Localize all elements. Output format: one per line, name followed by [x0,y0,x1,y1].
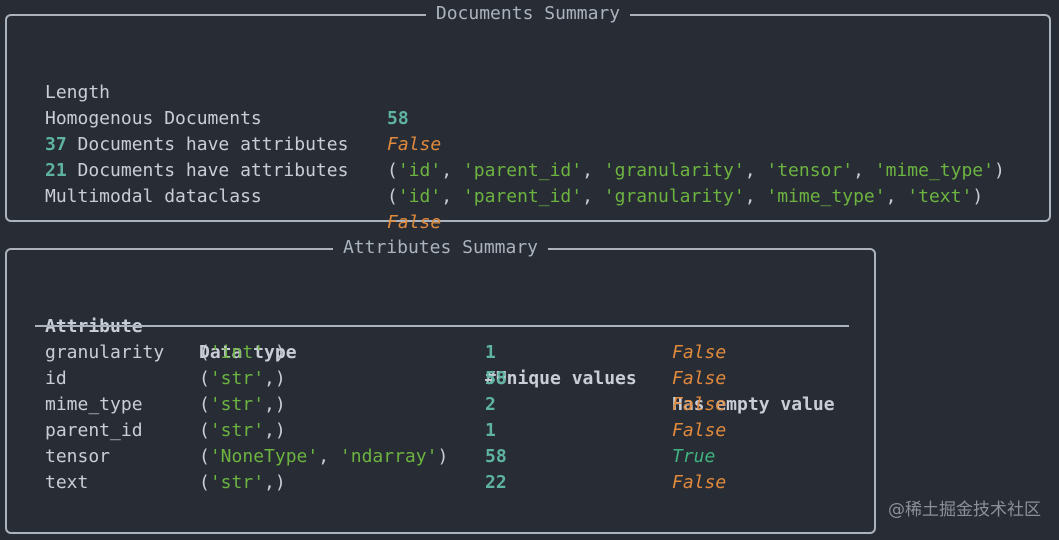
tuple-punct: , [264,342,275,363]
length-row: Length 58 [7,54,1049,129]
tuple-item: 'text' [907,186,973,207]
tuple-punct: ( [199,342,210,363]
cell-unique-values: 58 [485,446,507,467]
cell-data-type: ('int',) [199,340,286,366]
tuple-punct: ) [437,446,449,467]
homogenous-row: Homogenous Documents False [7,80,1049,155]
attributes-summary-title-wrap: Attributes Summary [7,236,874,260]
header-attribute: Attribute [45,316,143,337]
cell-data-type: ('str',) [199,470,286,496]
header-divider [35,325,849,327]
tuple-item: 'int' [209,342,265,363]
tuple-punct: ( [199,446,210,467]
tuple-punct: , [318,446,340,467]
documents-summary-title-wrap: Documents Summary [7,2,1049,26]
tuple-punct: ) [274,342,286,363]
attr-group-2-row: 21 Documents have attributes ('id', 'par… [7,132,1049,207]
tuple-punct: , [582,186,604,207]
table-row: text ('str',) 22 False [7,470,874,496]
tuple-item: 'str' [209,394,265,415]
tuple-item: 'str' [209,368,265,389]
tuple-punct: , [264,472,275,493]
attributes-table-header: Attribute Data type #Unique values Has e… [7,288,874,415]
attributes-summary-panel: Attributes Summary Attribute Data type #… [5,237,876,534]
tuple-punct: ) [274,420,286,441]
tuple-item: 'granularity' [603,186,745,207]
table-row: tensor ('NoneType', 'ndarray') 58 True [7,444,874,470]
cell-unique-values: 58 [485,368,507,389]
tuple-punct: ) [274,394,286,415]
multimodal-row: Multimodal dataclass False [7,158,1049,233]
tuple-item: 'ndarray' [339,446,438,467]
tuple-item: 'id' [397,186,442,207]
tuple-punct: , [441,186,463,207]
cell-attribute: tensor [45,446,111,467]
tuple-punct: ( [199,420,210,441]
table-row: id ('str',) 58 False [7,366,874,392]
cell-unique-values: 1 [485,342,496,363]
cell-data-type: ('NoneType', 'ndarray') [199,444,448,470]
tuple-item: 'str' [209,420,265,441]
cell-has-empty-value: True [672,446,716,467]
tuple-item: 'mime_type' [766,186,886,207]
tuple-item: 'str' [209,472,265,493]
cell-has-empty-value: False [672,472,727,493]
attr-group-2-tuple: ('id', 'parent_id', 'granularity', 'mime… [387,184,983,210]
cell-data-type: ('str',) [199,418,286,444]
cell-data-type: ('str',) [199,392,286,418]
tuple-item: 'parent_id' [462,186,583,207]
cell-unique-values: 22 [485,472,507,493]
tuple-punct: , [744,186,767,207]
tuple-punct: ( [199,368,210,389]
cell-attribute: granularity [45,342,165,363]
tuple-punct: ) [274,472,286,493]
tuple-punct: ( [387,186,398,207]
cell-has-empty-value: False [672,368,727,389]
cell-has-empty-value: False [672,342,727,363]
cell-unique-values: 1 [485,420,496,441]
documents-summary-panel: Documents Summary Length 58 Homogenous D… [5,3,1051,233]
tuple-punct: , [885,186,908,207]
tuple-punct: ( [199,394,210,415]
cell-unique-values: 2 [485,394,496,415]
tuple-punct: ) [274,368,286,389]
cell-attribute: text [45,472,89,493]
tuple-punct: , [264,420,275,441]
cell-has-empty-value: False [672,394,727,415]
attributes-summary-title: Attributes Summary [332,237,549,258]
cell-attribute: mime_type [45,394,143,415]
tuple-item: 'NoneType' [209,446,319,467]
table-row: parent_id ('str',) 1 False [7,418,874,444]
multimodal-label: Multimodal dataclass [45,186,262,207]
attr-group-1-row: 37 Documents have attributes ('id', 'par… [7,106,1049,181]
tuple-punct: ) [972,186,984,207]
watermark: @稀土掘金技术社区 [888,500,1041,520]
cell-has-empty-value: False [672,420,727,441]
documents-summary-title: Documents Summary [425,3,631,24]
tuple-punct: , [264,368,275,389]
table-row: mime_type ('str',) 2 False [7,392,874,418]
multimodal-value: False [387,212,442,233]
tuple-punct: ( [199,472,210,493]
cell-attribute: parent_id [45,420,143,441]
tuple-punct: , [264,394,275,415]
table-row: granularity ('int',) 1 False [7,340,874,366]
cell-data-type: ('str',) [199,366,286,392]
cell-attribute: id [45,368,67,389]
